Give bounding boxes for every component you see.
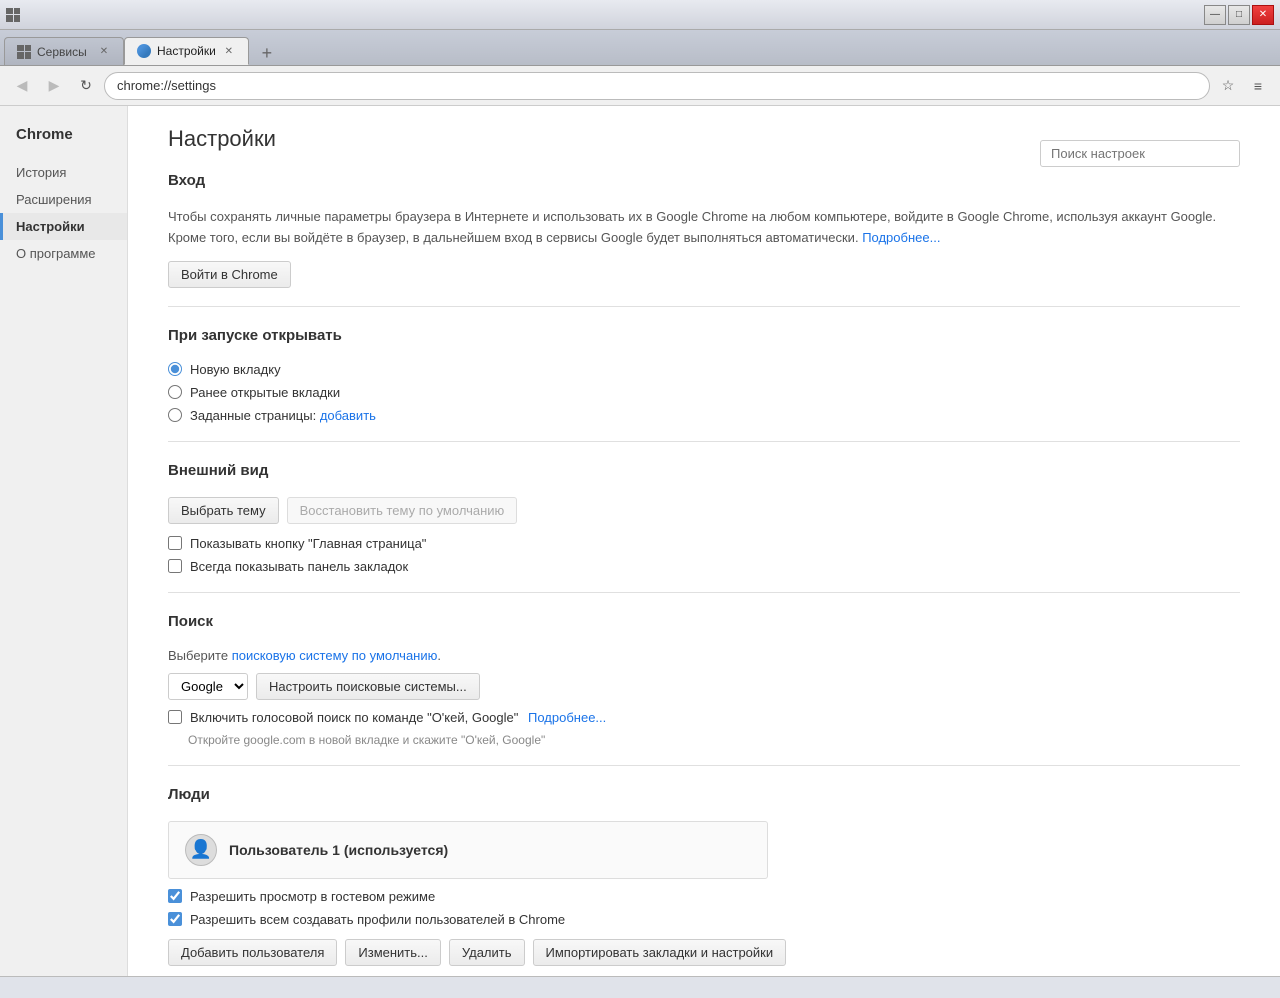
bookmarks-bar-checkbox-row: Всегда показывать панель закладок — [168, 559, 1240, 574]
people-title: Люди — [168, 786, 1240, 809]
address-bar[interactable] — [104, 72, 1210, 100]
forward-button[interactable]: ▶ — [40, 72, 68, 100]
guest-mode-label: Разрешить просмотр в гостевом режиме — [190, 889, 435, 904]
search-engine-select[interactable]: Google — [168, 673, 248, 700]
people-buttons: Добавить пользователя Изменить... Удалит… — [168, 939, 1240, 966]
edit-user-button[interactable]: Изменить... — [345, 939, 440, 966]
settings-search[interactable] — [1040, 140, 1240, 167]
tab-services-label: Сервисы — [37, 45, 87, 59]
tab-settings-label: Настройки — [157, 44, 216, 58]
back-button[interactable]: ◀ — [8, 72, 36, 100]
appearance-section: Внешний вид Выбрать тему Восстановить те… — [168, 462, 1240, 574]
guest-mode-checkbox-row: Разрешить просмотр в гостевом режиме — [168, 889, 1240, 904]
window-controls: — □ ✕ — [1204, 5, 1274, 25]
user-name: Пользователь 1 (используется) — [229, 842, 448, 858]
tab-services-close[interactable]: ✕ — [97, 45, 111, 59]
sidebar-item-settings[interactable]: Настройки — [0, 213, 127, 240]
sidebar-item-about[interactable]: О программе — [0, 240, 127, 267]
tab-services[interactable]: Сервисы ✕ — [4, 37, 124, 65]
login-title: Вход — [168, 172, 1240, 195]
content-area: Настройки Вход Чтобы сохранять личные па… — [128, 106, 1280, 976]
home-btn-checkbox[interactable] — [168, 536, 182, 550]
sidebar-brand: Chrome — [0, 118, 127, 159]
login-more-link[interactable]: Подробнее... — [862, 230, 940, 245]
startup-option-new-tab: Новую вкладку — [168, 362, 1240, 377]
startup-radio-specific[interactable] — [168, 408, 182, 422]
delete-user-button[interactable]: Удалить — [449, 939, 525, 966]
sidebar-item-history[interactable]: История — [0, 159, 127, 186]
sidebar-item-extensions[interactable]: Расширения — [0, 186, 127, 213]
signin-button[interactable]: Войти в Chrome — [168, 261, 291, 288]
menu-button[interactable]: ≡ — [1244, 72, 1272, 100]
startup-radio-prev-tabs[interactable] — [168, 385, 182, 399]
search-title: Поиск — [168, 613, 1240, 636]
startup-label-specific: Заданные страницы: добавить — [190, 408, 376, 423]
add-user-button[interactable]: Добавить пользователя — [168, 939, 337, 966]
search-section: Поиск Выберите поисковую систему по умол… — [168, 613, 1240, 747]
bookmarks-bar-checkbox[interactable] — [168, 559, 182, 573]
user-avatar: 👤 — [185, 834, 217, 866]
app-icon — [6, 8, 20, 22]
reload-button[interactable]: ↻ — [72, 72, 100, 100]
people-section: Люди 👤 Пользователь 1 (используется) Раз… — [168, 786, 1240, 966]
login-section: Вход Чтобы сохранять личные параметры бр… — [168, 172, 1240, 288]
startup-add-link[interactable]: добавить — [320, 408, 376, 423]
startup-radio-new-tab[interactable] — [168, 362, 182, 376]
startup-label-prev-tabs: Ранее открытые вкладки — [190, 385, 340, 400]
minimize-button[interactable]: — — [1204, 5, 1226, 25]
search-engine-group: Google Настроить поисковые системы... — [168, 673, 1240, 700]
profiles-checkbox[interactable] — [168, 912, 182, 926]
settings-favicon — [137, 44, 151, 58]
guest-mode-checkbox[interactable] — [168, 889, 182, 903]
tab-settings[interactable]: Настройки ✕ — [124, 37, 249, 65]
choose-theme-button[interactable]: Выбрать тему — [168, 497, 279, 524]
configure-search-button[interactable]: Настроить поисковые системы... — [256, 673, 480, 700]
home-btn-label: Показывать кнопку "Главная страница" — [190, 536, 426, 551]
startup-options: Новую вкладку Ранее открытые вкладки Зад… — [168, 362, 1240, 423]
profiles-label: Разрешить всем создавать профили пользов… — [190, 912, 565, 927]
startup-title: При запуске открывать — [168, 327, 1240, 350]
services-favicon — [17, 45, 31, 59]
title-bar: — □ ✕ — [0, 0, 1280, 30]
startup-option-prev-tabs: Ранее открытые вкладки — [168, 385, 1240, 400]
profiles-checkbox-row: Разрешить всем создавать профили пользов… — [168, 912, 1240, 927]
tab-settings-close[interactable]: ✕ — [222, 44, 236, 58]
user-profile-box: 👤 Пользователь 1 (используется) — [168, 821, 768, 879]
search-desc: Выберите поисковую систему по умолчанию. — [168, 648, 1240, 663]
voice-search-checkbox-row: Включить голосовой поиск по команде "О'к… — [168, 710, 1240, 725]
voice-search-label: Включить голосовой поиск по команде "О'к… — [190, 710, 606, 725]
default-search-link[interactable]: поисковую систему по умолчанию — [232, 648, 438, 663]
nav-bar: ◀ ▶ ↻ ☆ ≡ — [0, 66, 1280, 106]
import-button[interactable]: Импортировать закладки и настройки — [533, 939, 787, 966]
tabs-bar: Сервисы ✕ Настройки ✕ + — [0, 30, 1280, 66]
startup-label-new-tab: Новую вкладку — [190, 362, 281, 377]
startup-option-specific: Заданные страницы: добавить — [168, 408, 1240, 423]
restore-theme-button[interactable]: Восстановить тему по умолчанию — [287, 497, 518, 524]
close-button[interactable]: ✕ — [1252, 5, 1274, 25]
sidebar: Chrome История Расширения Настройки О пр… — [0, 106, 128, 976]
new-tab-button[interactable]: + — [253, 41, 281, 65]
bookmarks-bar-label: Всегда показывать панель закладок — [190, 559, 408, 574]
maximize-button[interactable]: □ — [1228, 5, 1250, 25]
voice-search-hint: Откройте google.com в новой вкладке и ск… — [188, 733, 1240, 747]
bookmark-button[interactable]: ☆ — [1214, 72, 1242, 100]
voice-search-link[interactable]: Подробнее... — [528, 710, 606, 725]
browser-window: — □ ✕ Сервисы ✕ Настройки ✕ + ◀ ▶ ↻ ☆ ≡ — [0, 0, 1280, 998]
status-bar — [0, 976, 1280, 998]
nav-right: ☆ ≡ — [1214, 72, 1272, 100]
title-bar-left — [6, 8, 20, 22]
main-area: Chrome История Расширения Настройки О пр… — [0, 106, 1280, 976]
home-btn-checkbox-row: Показывать кнопку "Главная страница" — [168, 536, 1240, 551]
theme-buttons: Выбрать тему Восстановить тему по умолча… — [168, 497, 1240, 524]
voice-search-checkbox[interactable] — [168, 710, 182, 724]
appearance-title: Внешний вид — [168, 462, 1240, 485]
startup-section: При запуске открывать Новую вкладку Ране… — [168, 327, 1240, 423]
page-header: Настройки — [168, 126, 1240, 152]
login-desc: Чтобы сохранять личные параметры браузер… — [168, 207, 1240, 249]
